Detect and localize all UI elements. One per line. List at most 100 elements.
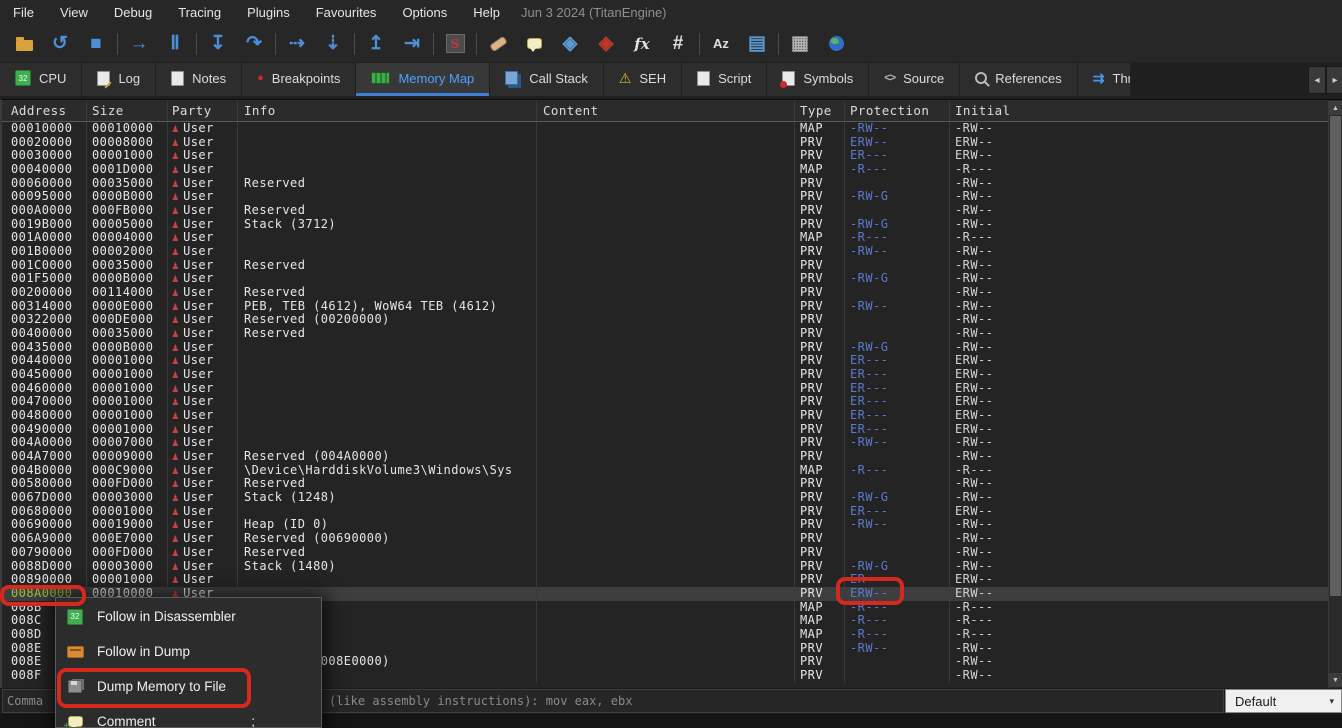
menu-file[interactable]: File (0, 0, 47, 25)
internet-icon[interactable] (818, 29, 854, 59)
menu-tracing[interactable]: Tracing (165, 0, 234, 25)
column-header-protection[interactable]: Protection (845, 100, 950, 121)
table-row[interactable]: 0069000000019000♟UserHeap (ID 0)PRV-RW--… (2, 518, 1328, 532)
tab-breakpoints[interactable]: ●Breakpoints (242, 63, 355, 96)
table-row[interactable]: 001A000000004000♟UserMAP-R----R--- (2, 231, 1328, 245)
menu-favourites[interactable]: Favourites (303, 0, 390, 25)
tab-source[interactable]: <>Source (869, 63, 959, 96)
menu-help[interactable]: Help (460, 0, 513, 25)
table-row[interactable]: 0049000000001000♟UserPRVER---ERW-- (2, 423, 1328, 437)
execute-till-return-icon[interactable]: ↥ (358, 29, 394, 59)
pause-icon[interactable]: Ⅱ (157, 29, 193, 59)
profile-dropdown[interactable]: Default ▾ (1225, 689, 1342, 713)
table-row[interactable]: 0045000000001000♟UserPRVER---ERW-- (2, 368, 1328, 382)
menu-item-follow-in-disassembler[interactable]: 32Follow in Disassembler (56, 599, 321, 634)
tab-threads[interactable]: ⇉Thr (1078, 63, 1130, 96)
menu-options[interactable]: Options (389, 0, 460, 25)
case-icon[interactable]: Az (703, 29, 739, 59)
menu-plugins[interactable]: Plugins (234, 0, 303, 25)
column-header-size[interactable]: Size (87, 100, 168, 121)
trace-into-icon[interactable]: ⇣ (315, 29, 351, 59)
breakpoint-icon[interactable]: ◈ (588, 29, 624, 59)
run-icon[interactable]: → (121, 29, 157, 59)
column-header-info[interactable]: Info (238, 100, 537, 121)
table-row[interactable]: 0020000000114000♟UserReservedPRV-RW-- (2, 286, 1328, 300)
column-header-initial[interactable]: Initial (950, 100, 1328, 121)
table-row[interactable]: 0089000000001000♟UserPRVER---ERW-- (2, 573, 1328, 587)
calculator-icon[interactable]: ▦ (782, 29, 818, 59)
toolbar-separator (699, 33, 700, 55)
table-row[interactable]: 004350000000B000♟UserPRV-RW-G-RW-- (2, 341, 1328, 355)
tab-label: Source (903, 71, 944, 86)
table-row[interactable]: 00580000000FD000♟UserReservedPRV-RW-- (2, 477, 1328, 491)
column-header-party[interactable]: Party (168, 100, 238, 121)
tab-references[interactable]: References (960, 63, 1076, 96)
table-row[interactable]: 001F50000000B000♟UserPRV-RW-G-RW-- (2, 272, 1328, 286)
table-row[interactable]: 0003000000001000♟UserPRVER---ERW-- (2, 149, 1328, 163)
tab-call-stack[interactable]: Call Stack (490, 63, 603, 96)
tab-memory-map[interactable]: Memory Map (356, 63, 489, 96)
tab-scroll-left-button[interactable]: ◂ (1308, 66, 1326, 94)
comment-icon[interactable] (516, 29, 552, 59)
table-row[interactable]: 0006000000035000♟UserReservedPRV-RW-- (2, 177, 1328, 191)
table-row[interactable]: 000950000000B000♟UserPRV-RW-G-RW-- (2, 190, 1328, 204)
menu-item-comment[interactable]: Comment; (56, 704, 321, 728)
step-over-icon[interactable]: ↷ (236, 29, 272, 59)
tab-notes[interactable]: Notes (156, 63, 241, 96)
user-person-icon: ♟ (172, 272, 179, 285)
tab-script[interactable]: Script (682, 63, 766, 96)
table-row[interactable]: 000A0000000FB000♟UserReservedPRV-RW-- (2, 204, 1328, 218)
restart-icon[interactable]: ↺ (42, 29, 78, 59)
stop-icon[interactable]: ■ (78, 29, 114, 59)
table-row[interactable]: 0046000000001000♟UserPRVER---ERW-- (2, 382, 1328, 396)
scroll-down-button[interactable]: ▼ (1329, 673, 1342, 687)
menu-item-dump-memory-to-file[interactable]: Dump Memory to File (56, 669, 321, 704)
memory-layout-icon[interactable]: ▤ (739, 29, 775, 59)
user-person-icon: ♟ (172, 573, 179, 586)
table-row[interactable]: 006A9000000E7000♟UserReserved (00690000)… (2, 532, 1328, 546)
animate-into-icon[interactable]: ⇢ (279, 29, 315, 59)
vertical-scrollbar[interactable]: ▲ ▼ (1328, 100, 1342, 688)
table-row[interactable]: 0019B00000005000♟UserStack (3712)PRV-RW-… (2, 218, 1328, 232)
table-row[interactable]: 0048000000001000♟UserPRVER---ERW-- (2, 409, 1328, 423)
hash-icon[interactable]: # (660, 29, 696, 59)
tab-log[interactable]: Log (82, 63, 155, 96)
open-file-icon[interactable] (6, 29, 42, 59)
table-row[interactable]: 00790000000FD000♟UserReservedPRV-RW-- (2, 546, 1328, 560)
table-row[interactable]: 0088D00000003000♟UserStack (1480)PRV-RW-… (2, 560, 1328, 574)
function-icon[interactable]: fx (624, 29, 660, 59)
table-row[interactable]: 0068000000001000♟UserPRVER---ERW-- (2, 505, 1328, 519)
scrollbar-thumb[interactable] (1330, 116, 1341, 596)
tab-scroll-right-button[interactable]: ▸ (1326, 66, 1342, 94)
table-row[interactable]: 000400000001D000♟UserMAP-R----R--- (2, 163, 1328, 177)
table-row[interactable]: 001B000000002000♟UserPRV-RW---RW-- (2, 245, 1328, 259)
step-into-icon[interactable]: ↧ (200, 29, 236, 59)
table-row[interactable]: 0044000000001000♟UserPRVER---ERW-- (2, 354, 1328, 368)
table-row[interactable]: 0001000000010000♟UserMAP-RW---RW-- (2, 122, 1328, 136)
table-row[interactable]: 0047000000001000♟UserPRVER---ERW-- (2, 395, 1328, 409)
table-row[interactable]: 004A000000007000♟UserPRV-RW---RW-- (2, 436, 1328, 450)
tab-label: References (995, 71, 1061, 86)
table-row[interactable]: 001C000000035000♟UserReservedPRV-RW-- (2, 259, 1328, 273)
menu-item-follow-in-dump[interactable]: Follow in Dump (56, 634, 321, 669)
menu-view[interactable]: View (47, 0, 101, 25)
script-s-icon[interactable]: S (437, 29, 473, 59)
patch-icon[interactable] (480, 29, 516, 59)
label-icon[interactable]: ◈ (552, 29, 588, 59)
table-row[interactable]: 0040000000035000♟UserReservedPRV-RW-- (2, 327, 1328, 341)
tab-cpu[interactable]: 32CPU (0, 63, 81, 96)
scroll-up-button[interactable]: ▲ (1329, 101, 1342, 115)
table-row[interactable]: 00322000000DE000♟UserReserved (00200000)… (2, 313, 1328, 327)
tab-seh[interactable]: ⚠SEH (604, 63, 681, 96)
table-row[interactable]: 004B0000000C9000♟User\Device\HarddiskVol… (2, 464, 1328, 478)
column-header-address[interactable]: Address (2, 100, 87, 121)
column-header-content[interactable]: Content (537, 100, 795, 121)
table-row[interactable]: 004A700000009000♟UserReserved (004A0000)… (2, 450, 1328, 464)
column-header-type[interactable]: Type (795, 100, 845, 121)
table-row[interactable]: 0002000000008000♟UserPRVERW--ERW-- (2, 136, 1328, 150)
table-row[interactable]: 003140000000E000♟UserPEB, TEB (4612), Wo… (2, 300, 1328, 314)
tab-symbols[interactable]: Symbols (767, 63, 868, 96)
table-row[interactable]: 0067D00000003000♟UserStack (1248)PRV-RW-… (2, 491, 1328, 505)
run-to-user-code-icon[interactable]: ⇥ (394, 29, 430, 59)
menu-debug[interactable]: Debug (101, 0, 165, 25)
